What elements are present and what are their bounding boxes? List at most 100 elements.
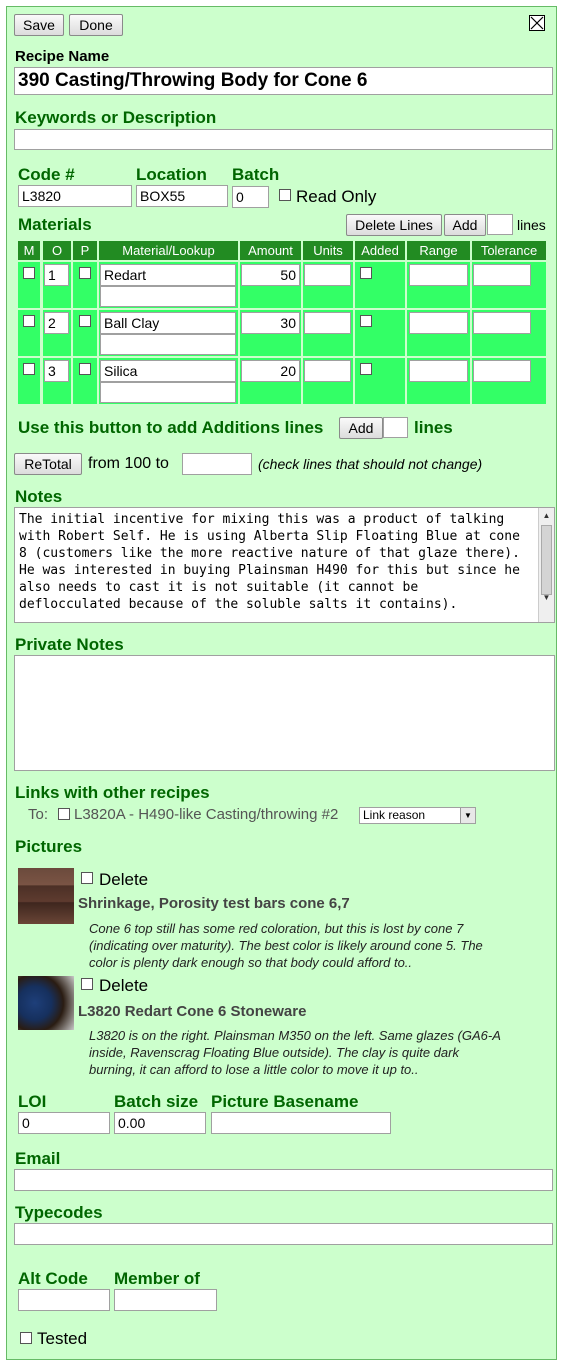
row2-m-checkbox[interactable] bbox=[23, 315, 35, 327]
row2-order-input[interactable]: 2 bbox=[44, 312, 69, 334]
scroll-down-icon[interactable]: ▼ bbox=[539, 590, 554, 605]
typecodes-label: Typecodes bbox=[15, 1203, 103, 1222]
email-label: Email bbox=[15, 1149, 61, 1168]
tested-label: Tested bbox=[37, 1329, 88, 1348]
row3-tolerance-input[interactable] bbox=[473, 360, 531, 382]
row3-units-input[interactable] bbox=[304, 360, 351, 382]
col-header-material: Material/Lookup bbox=[99, 241, 238, 260]
row2-units-input[interactable] bbox=[304, 312, 351, 334]
row2-amount-input[interactable]: 30 bbox=[241, 312, 300, 334]
picture2-description: L3820 is on the right. Plainsman M350 on… bbox=[89, 1028, 501, 1077]
links-label: Links with other recipes bbox=[15, 783, 210, 802]
add-additions-button[interactable]: Add bbox=[339, 417, 383, 439]
tested-checkbox[interactable] bbox=[20, 1332, 32, 1344]
row3-p-checkbox[interactable] bbox=[79, 363, 91, 375]
additions-label: Use this button to add Additions lines bbox=[18, 418, 324, 437]
picture1-delete-checkbox[interactable] bbox=[81, 872, 93, 884]
row1-lookup-input[interactable] bbox=[100, 286, 236, 307]
link-item[interactable]: L3820A - H490-like Casting/throwing #2 bbox=[74, 806, 338, 823]
row2-material-input[interactable]: Ball Clay bbox=[100, 312, 236, 334]
col-header-range: Range bbox=[407, 241, 470, 260]
notes-content: The initial incentive for mixing this wa… bbox=[19, 512, 520, 612]
picture-thumbnail-test-bars[interactable] bbox=[18, 868, 74, 924]
row3-lookup-input[interactable] bbox=[100, 382, 236, 403]
typecodes-input[interactable] bbox=[14, 1223, 553, 1245]
batch-label: Batch bbox=[232, 165, 280, 184]
row1-amount-input[interactable]: 50 bbox=[241, 264, 300, 286]
read-only-label: Read Only bbox=[296, 187, 377, 206]
col-header-units: Units bbox=[303, 241, 353, 260]
lines-label: lines bbox=[517, 217, 546, 233]
row3-added-checkbox[interactable] bbox=[360, 363, 372, 375]
read-only-checkbox[interactable] bbox=[279, 189, 291, 201]
keywords-input[interactable] bbox=[14, 129, 553, 150]
location-label: Location bbox=[136, 165, 207, 184]
materials-label: Materials bbox=[18, 215, 92, 234]
close-icon[interactable] bbox=[529, 15, 545, 31]
picture2-delete-label: Delete bbox=[99, 976, 149, 995]
row3-material-input[interactable]: Silica bbox=[100, 360, 236, 382]
row2-lookup-input[interactable] bbox=[100, 334, 236, 355]
row1-added-checkbox[interactable] bbox=[360, 267, 372, 279]
member-of-input[interactable] bbox=[114, 1289, 217, 1311]
row1-material-input[interactable]: Redart bbox=[100, 264, 236, 286]
chevron-down-icon: ▼ bbox=[460, 808, 475, 823]
row1-tolerance-input[interactable] bbox=[473, 264, 531, 286]
private-notes-label: Private Notes bbox=[15, 635, 124, 654]
additions-count-input[interactable] bbox=[383, 417, 408, 438]
scroll-up-icon[interactable]: ▲ bbox=[539, 508, 554, 523]
picture1-delete-label: Delete bbox=[99, 870, 149, 889]
done-button[interactable]: Done bbox=[69, 14, 123, 36]
add-lines-button[interactable]: Add bbox=[444, 214, 486, 236]
row2-tolerance-input[interactable] bbox=[473, 312, 531, 334]
alt-code-input[interactable] bbox=[18, 1289, 110, 1311]
row1-range-input[interactable] bbox=[409, 264, 468, 286]
col-header-added: Added bbox=[355, 241, 405, 260]
email-input[interactable] bbox=[14, 1169, 553, 1191]
location-input[interactable]: BOX55 bbox=[136, 185, 228, 207]
picture1-description: Cone 6 top still has some red coloration… bbox=[89, 921, 483, 970]
row2-added-checkbox[interactable] bbox=[360, 315, 372, 327]
alt-code-label: Alt Code bbox=[18, 1269, 88, 1288]
row3-range-input[interactable] bbox=[409, 360, 468, 382]
save-button[interactable]: Save bbox=[14, 14, 64, 36]
row3-m-checkbox[interactable] bbox=[23, 363, 35, 375]
row2-range-input[interactable] bbox=[409, 312, 468, 334]
link-checkbox[interactable] bbox=[58, 808, 70, 820]
keywords-label: Keywords or Description bbox=[15, 108, 217, 127]
recipe-name-label: Recipe Name bbox=[15, 48, 110, 65]
col-header-amount: Amount bbox=[240, 241, 301, 260]
delete-lines-button[interactable]: Delete Lines bbox=[346, 214, 442, 236]
picture2-delete-checkbox[interactable] bbox=[81, 978, 93, 990]
batch-size-input[interactable]: 0.00 bbox=[114, 1112, 206, 1134]
private-notes-textarea[interactable] bbox=[14, 655, 555, 771]
col-header-o: O bbox=[43, 241, 71, 260]
recipe-name-input[interactable]: 390 Casting/Throwing Body for Cone 6 bbox=[14, 67, 553, 95]
pictures-label: Pictures bbox=[15, 837, 83, 856]
member-of-label: Member of bbox=[114, 1269, 200, 1288]
notes-textarea[interactable]: The initial incentive for mixing this wa… bbox=[14, 507, 555, 623]
row3-order-input[interactable]: 3 bbox=[44, 360, 69, 382]
retotal-button[interactable]: ReTotal bbox=[14, 453, 82, 475]
scroll-thumb[interactable] bbox=[541, 525, 552, 595]
row1-units-input[interactable] bbox=[304, 264, 351, 286]
row1-m-checkbox[interactable] bbox=[23, 267, 35, 279]
link-reason-select[interactable]: Link reason ▼ bbox=[359, 807, 476, 824]
notes-scrollbar[interactable]: ▲ ▼ bbox=[538, 508, 554, 622]
picture-thumbnail-mugs[interactable] bbox=[18, 976, 74, 1030]
retotal-target-input[interactable] bbox=[182, 453, 252, 475]
retotal-note: (check lines that should not change) bbox=[258, 456, 483, 472]
retotal-from-label: from 100 to bbox=[88, 455, 169, 472]
row1-p-checkbox[interactable] bbox=[79, 267, 91, 279]
code-input[interactable]: L3820 bbox=[18, 185, 132, 207]
picture-basename-input[interactable] bbox=[211, 1112, 391, 1134]
additions-lines-label: lines bbox=[414, 418, 453, 437]
batch-size-label: Batch size bbox=[114, 1092, 199, 1111]
row3-amount-input[interactable]: 20 bbox=[241, 360, 300, 382]
add-lines-count-input[interactable] bbox=[487, 214, 513, 235]
notes-label: Notes bbox=[15, 487, 63, 506]
batch-input[interactable]: 0 bbox=[232, 186, 269, 208]
loi-input[interactable]: 0 bbox=[18, 1112, 110, 1134]
row2-p-checkbox[interactable] bbox=[79, 315, 91, 327]
row1-order-input[interactable]: 1 bbox=[44, 264, 69, 286]
